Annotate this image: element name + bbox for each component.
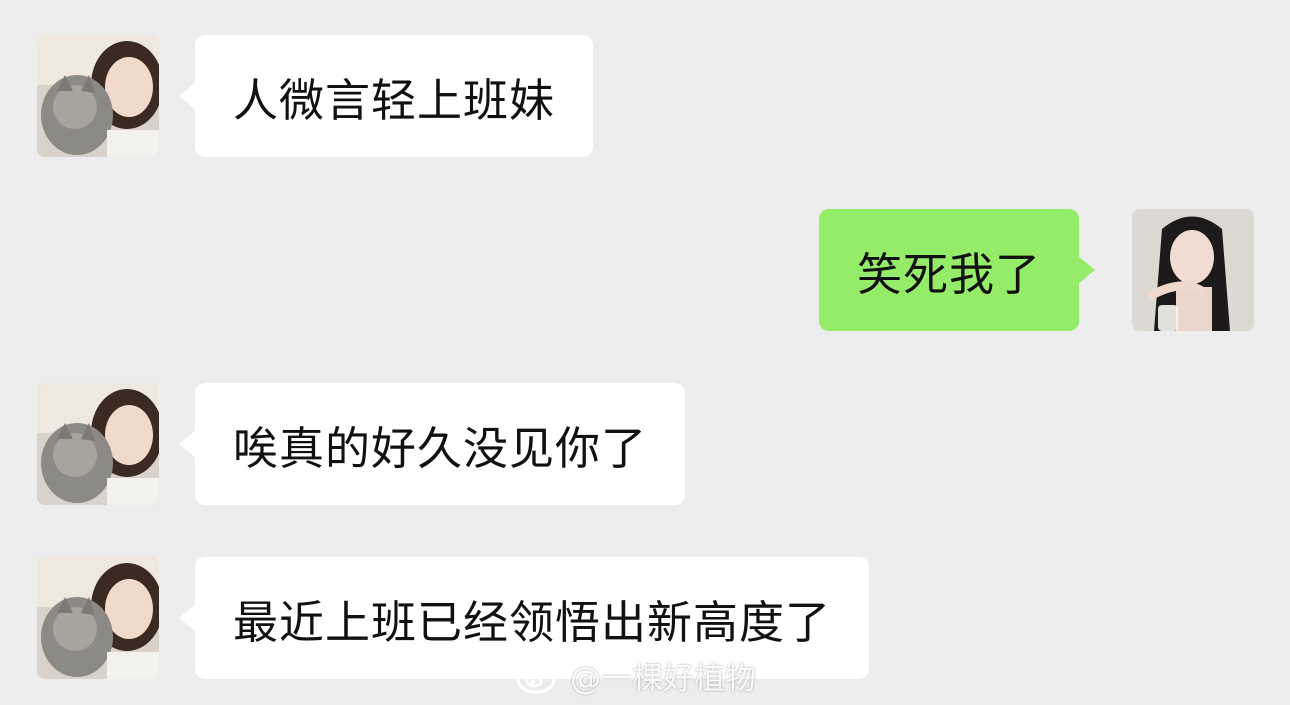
weibo-logo-icon	[516, 659, 560, 694]
message-bubble-incoming[interactable]: 人微言轻上班妹	[179, 35, 594, 157]
contact-avatar-photo	[37, 35, 159, 157]
message-text: 笑死我了	[857, 247, 1042, 301]
watermark: @一棵好植物	[516, 652, 756, 698]
bubble-tail	[179, 82, 196, 110]
message-bubble-incoming[interactable]: 唉真的好久没见你了	[179, 383, 686, 505]
message-text: 最近上班已经领悟出新高度了	[233, 595, 832, 649]
contact-avatar[interactable]	[37, 557, 159, 679]
contact-avatar[interactable]	[37, 35, 159, 157]
contact-avatar-photo	[37, 383, 159, 505]
watermark-text: @一棵好植物	[570, 660, 756, 697]
contact-avatar-photo	[37, 557, 159, 679]
my-avatar-photo	[1132, 209, 1254, 331]
contact-avatar[interactable]	[37, 383, 159, 505]
message-bubble-outgoing[interactable]: 笑死我了	[819, 209, 1096, 331]
bubble-tail	[179, 430, 196, 458]
bubble-tail	[1078, 256, 1096, 284]
message-text: 唉真的好久没见你了	[233, 421, 648, 475]
bubble-tail	[179, 604, 196, 632]
message-text: 人微言轻上班妹	[233, 73, 556, 127]
my-avatar[interactable]	[1132, 209, 1254, 331]
